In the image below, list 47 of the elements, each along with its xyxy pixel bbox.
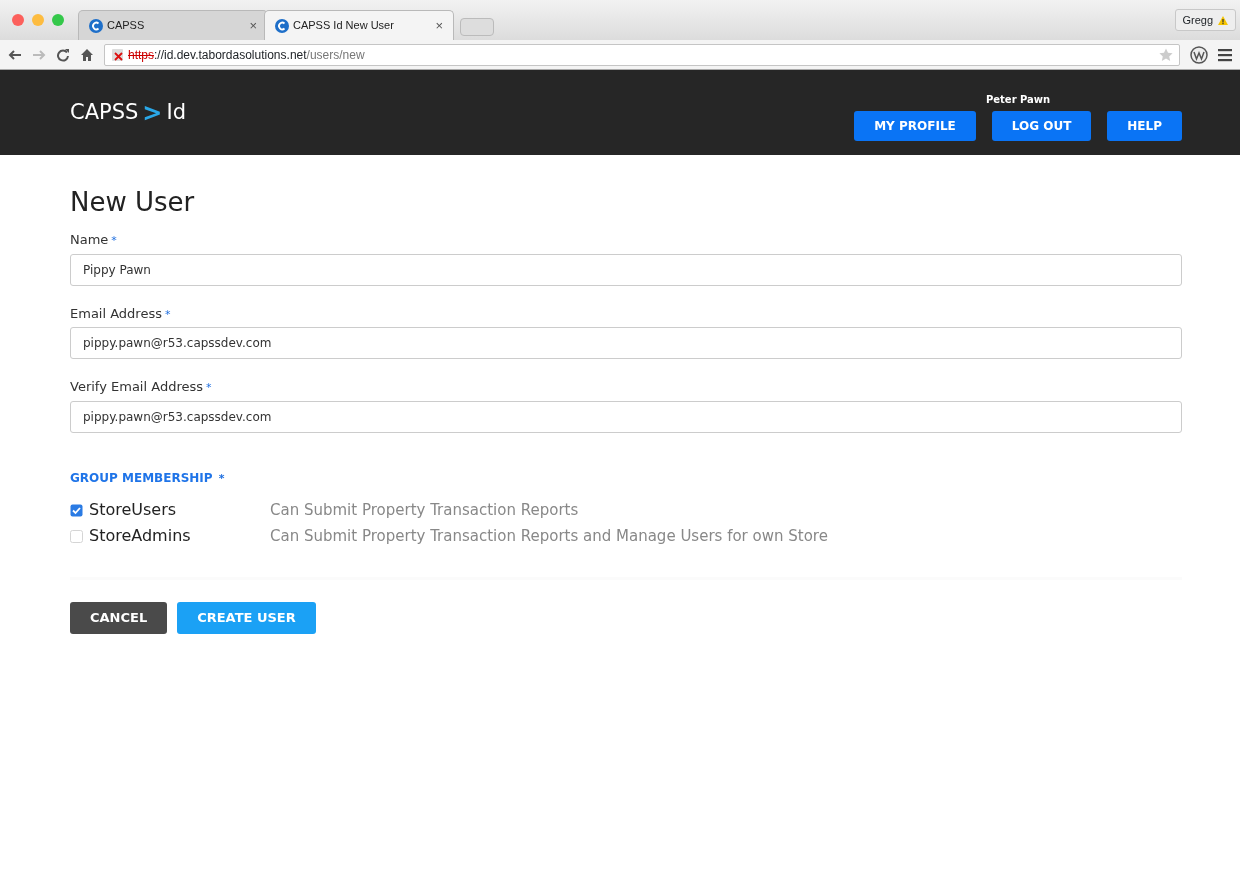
group-description: Can Submit Property Transaction Reports (270, 499, 579, 521)
required-mark: * (218, 471, 225, 485)
close-tab-button[interactable]: × (435, 15, 443, 36)
close-tab-button[interactable]: × (249, 15, 257, 36)
input-field[interactable]: pippy.pawn@r53.capssdev.com (70, 400, 1182, 433)
browser-tab[interactable]: CAPSS Id New User × (264, 10, 454, 40)
page-title: New User (70, 186, 196, 219)
required-mark: * (206, 381, 212, 394)
profile-button[interactable]: Gregg (1175, 8, 1236, 32)
logo-text: CAPSS (70, 98, 139, 126)
new-tab-button[interactable] (460, 18, 494, 36)
cancel-button[interactable]: CANCEL (70, 602, 168, 634)
warning-icon (1217, 14, 1229, 26)
minimize-window-button[interactable] (32, 14, 44, 26)
header-button[interactable]: HELP (1107, 111, 1182, 141)
input-field[interactable]: Pippy Pawn (70, 253, 1182, 286)
field-label: Name (70, 232, 109, 247)
menu-icon[interactable] (1218, 47, 1232, 62)
field-label: Email Address (70, 305, 162, 321)
checkbox[interactable] (70, 529, 83, 543)
logo-text: Id (166, 98, 186, 126)
address-bar[interactable]: https://id.dev.tabordasolutions.net/users/new (104, 43, 1180, 66)
maximize-window-button[interactable] (52, 14, 64, 26)
logo-chevron: > (142, 97, 163, 129)
back-icon[interactable] (8, 47, 22, 62)
group-name: StoreAdmins (89, 525, 191, 547)
home-icon[interactable] (80, 47, 94, 62)
checkbox[interactable] (70, 503, 83, 517)
forward-icon[interactable] (32, 47, 46, 62)
input-field[interactable]: pippy.pawn@r53.capssdev.com (70, 327, 1182, 359)
favicon-icon (275, 18, 289, 33)
group-name: StoreUsers (89, 499, 177, 521)
url-text: https://id.dev.tabordasolutions.net/users/new (128, 46, 365, 64)
reload-icon[interactable] (56, 47, 70, 62)
required-mark: * (165, 307, 171, 321)
header-button[interactable]: LOG OUT (991, 111, 1092, 141)
extension-icon[interactable] (1190, 45, 1208, 64)
field-label: Verify Email Address (70, 379, 203, 394)
required-mark: * (111, 234, 117, 247)
favicon-icon (89, 18, 103, 33)
close-window-button[interactable] (12, 14, 24, 26)
star-icon[interactable] (1159, 47, 1173, 62)
user-name: Peter Pawn (985, 93, 1051, 107)
section-heading: GROUP MEMBERSHIP (70, 470, 213, 485)
group-description: Can Submit Property Transaction Reports and Manage Users for own Store (270, 525, 828, 547)
insecure-icon (111, 47, 124, 62)
header-button[interactable]: MY PROFILE (854, 111, 976, 141)
